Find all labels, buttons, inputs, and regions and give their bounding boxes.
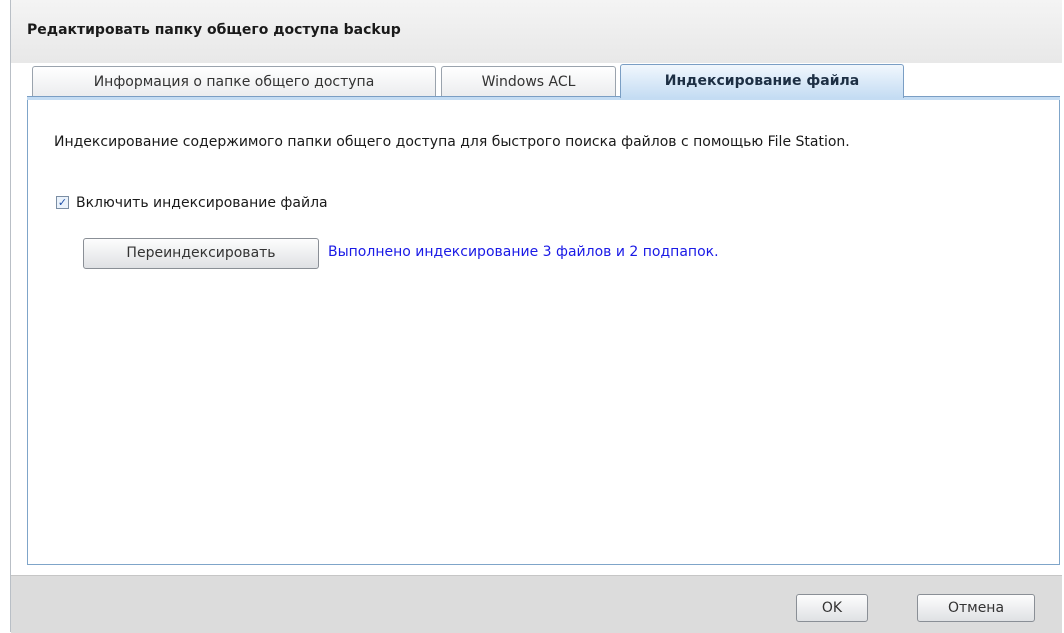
reindex-button[interactable]: Переиндексировать	[83, 238, 319, 269]
cancel-button[interactable]: Отмена	[917, 594, 1035, 622]
edit-shared-folder-dialog: Редактировать папку общего доступа backu…	[10, 0, 1062, 633]
dialog-footer: OK Отмена	[11, 575, 1062, 633]
dialog-title: Редактировать папку общего доступа backu…	[27, 22, 401, 38]
enable-indexing-label[interactable]: Включить индексирование файла	[76, 195, 328, 211]
indexing-description: Индексирование содержимого папки общего …	[54, 134, 850, 150]
file-indexing-panel: Индексирование содержимого папки общего …	[27, 99, 1060, 565]
tab-file-indexing[interactable]: Индексирование файла	[620, 64, 904, 98]
tab-windows-acl[interactable]: Windows ACL	[441, 66, 616, 97]
enable-indexing-checkbox[interactable]: ✓	[56, 196, 69, 209]
dialog-titlebar[interactable]: Редактировать папку общего доступа backu…	[11, 0, 1062, 63]
indexing-status-text: Выполнено индексирование 3 файлов и 2 по…	[328, 244, 719, 260]
tab-shared-folder-info[interactable]: Информация о папке общего доступа	[32, 66, 436, 97]
tab-strip-divider	[27, 96, 1060, 100]
ok-button[interactable]: OK	[796, 594, 868, 622]
